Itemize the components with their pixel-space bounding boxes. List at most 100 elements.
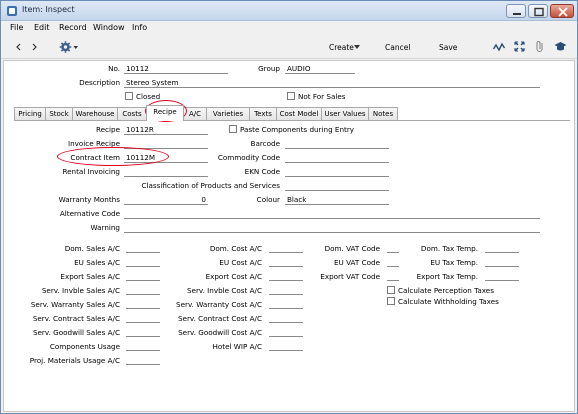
dom-tax-temp-field[interactable]	[485, 252, 519, 253]
menu-record[interactable]: Record	[59, 23, 87, 32]
toolbar: Create Cancel Save	[1, 35, 577, 59]
eu-cost-ac-label: EU Cost A/C	[219, 258, 262, 267]
previous-record-icon[interactable]	[15, 43, 22, 51]
ekn-code-field[interactable]	[285, 176, 389, 177]
menu-edit[interactable]: Edit	[34, 23, 50, 32]
tab-bar: Pricing Stock Warehouse Costs Recipe A/C…	[14, 105, 570, 121]
minimize-button[interactable]	[506, 4, 526, 18]
tab-texts[interactable]: Texts	[249, 107, 277, 120]
dom-sales-ac-field[interactable]	[126, 252, 160, 253]
eu-sales-ac-field[interactable]	[126, 266, 160, 267]
serv-invble-cost-ac-field[interactable]	[269, 294, 303, 295]
barcode-label: Barcode	[250, 139, 280, 148]
classification-field[interactable]	[285, 190, 389, 191]
save-button[interactable]: Save	[439, 43, 457, 52]
warranty-months-label: Warranty Months	[58, 195, 120, 204]
tab-warehouse[interactable]: Warehouse	[72, 107, 118, 120]
gear-icon[interactable]	[59, 40, 79, 54]
dom-sales-ac-label: Dom. Sales A/C	[64, 244, 120, 253]
warning-field[interactable]	[124, 232, 540, 233]
calc-perception-taxes-label: Calculate Perception Taxes	[398, 286, 494, 295]
serv-invble-sales-ac-label: Serv. Invble Sales A/C	[41, 286, 120, 295]
description-label: Description	[79, 78, 120, 87]
menu-file[interactable]: File	[10, 23, 23, 32]
window-title: Item: Inspect	[22, 5, 75, 14]
alternative-code-label: Alternative Code	[59, 209, 120, 218]
export-vat-code-field[interactable]	[387, 280, 399, 281]
proj-materials-usage-ac-label: Proj. Materials Usage A/C	[29, 356, 120, 365]
closed-checkbox[interactable]	[125, 92, 133, 100]
recipe-label: Recipe	[95, 125, 120, 134]
colour-field[interactable]	[285, 204, 389, 205]
recipe-field[interactable]	[124, 134, 208, 135]
description-field[interactable]	[124, 87, 540, 88]
eu-cost-ac-field[interactable]	[269, 266, 303, 267]
graduation-cap-icon[interactable]	[554, 41, 567, 52]
rental-invoicing-field[interactable]	[124, 176, 208, 177]
tab-stock[interactable]: Stock	[45, 107, 73, 120]
dom-vat-code-label: Dom. VAT Code	[324, 244, 380, 253]
not-for-sales-checkbox[interactable]	[287, 92, 295, 100]
tab-notes[interactable]: Notes	[368, 107, 398, 120]
serv-contract-sales-ac-field[interactable]	[126, 322, 160, 323]
dom-vat-code-field[interactable]	[387, 252, 399, 253]
item-form: No. 10112 Group AUDIO Description Stereo…	[3, 60, 575, 412]
components-usage-field[interactable]	[126, 350, 160, 351]
expand-icon[interactable]	[514, 41, 525, 52]
cancel-button[interactable]: Cancel	[385, 43, 410, 52]
barcode-field[interactable]	[285, 148, 389, 149]
no-field[interactable]	[124, 73, 228, 74]
next-record-icon[interactable]	[31, 43, 38, 51]
serv-warranty-cost-ac-field[interactable]	[269, 308, 303, 309]
maximize-button[interactable]	[528, 4, 548, 18]
eu-tax-temp-label: EU Tax Temp.	[430, 258, 478, 267]
serv-contract-sales-ac-label: Serv. Contract Sales A/C	[32, 314, 120, 323]
ekn-code-label: EKN Code	[244, 167, 280, 176]
tab-pricing[interactable]: Pricing	[14, 107, 46, 120]
export-sales-ac-field[interactable]	[126, 280, 160, 281]
export-tax-temp-label: Export Tax Temp.	[416, 272, 478, 281]
proj-materials-usage-ac-field[interactable]	[126, 364, 160, 365]
app-window: Item: Inspect File Edit Record Window In…	[0, 0, 578, 414]
calc-withholding-taxes-checkbox[interactable]	[387, 297, 395, 305]
serv-invble-sales-ac-field[interactable]	[126, 294, 160, 295]
pulse-icon[interactable]	[493, 42, 505, 52]
tab-recipe[interactable]: Recipe	[146, 105, 184, 121]
serv-goodwill-cost-ac-field[interactable]	[269, 336, 303, 337]
warranty-months-field[interactable]	[124, 204, 208, 205]
eu-vat-code-field[interactable]	[387, 266, 399, 267]
calc-withholding-taxes-label: Calculate Withholding Taxes	[398, 297, 499, 306]
create-button[interactable]: Create	[329, 43, 354, 52]
export-cost-ac-field[interactable]	[269, 280, 303, 281]
not-for-sales-label: Not For Sales	[298, 92, 346, 101]
menu-window[interactable]: Window	[93, 23, 125, 32]
alternative-code-field[interactable]	[124, 218, 540, 219]
close-icon	[558, 7, 568, 17]
paste-components-checkbox[interactable]	[229, 125, 237, 133]
serv-goodwill-cost-ac-label: Serv. Goodwill Cost A/C	[178, 328, 262, 337]
chevron-down-icon	[354, 45, 360, 49]
export-tax-temp-field[interactable]	[485, 280, 519, 281]
title-bar: Item: Inspect	[1, 1, 577, 21]
group-field[interactable]	[285, 73, 355, 74]
serv-warranty-sales-ac-label: Serv. Warranty Sales A/C	[30, 300, 120, 309]
export-sales-ac-label: Export Sales A/C	[60, 272, 120, 281]
tab-cost-model[interactable]: Cost Model	[276, 107, 322, 120]
tab-costs[interactable]: Costs	[117, 107, 147, 120]
tab-varieties[interactable]: Varieties	[206, 107, 250, 120]
close-button[interactable]	[550, 4, 574, 18]
no-field-value: 10112	[126, 64, 149, 73]
hotel-wip-ac-field[interactable]	[269, 350, 303, 351]
commodity-code-field[interactable]	[285, 162, 389, 163]
serv-goodwill-sales-ac-field[interactable]	[126, 336, 160, 337]
dom-cost-ac-field[interactable]	[269, 252, 303, 253]
serv-warranty-sales-ac-field[interactable]	[126, 308, 160, 309]
menu-info[interactable]: Info	[132, 23, 147, 32]
serv-contract-cost-ac-field[interactable]	[269, 322, 303, 323]
minimize-icon	[513, 13, 521, 15]
closed-label: Closed	[136, 92, 161, 101]
calc-perception-taxes-checkbox[interactable]	[387, 286, 395, 294]
tab-user-values[interactable]: User Values	[321, 107, 369, 120]
eu-tax-temp-field[interactable]	[485, 266, 519, 267]
paperclip-icon[interactable]	[535, 40, 545, 53]
